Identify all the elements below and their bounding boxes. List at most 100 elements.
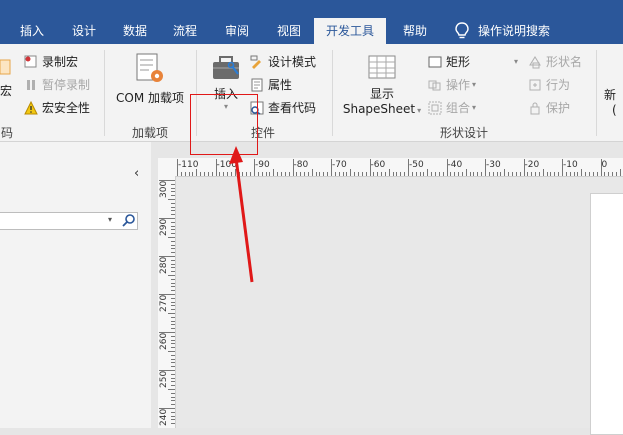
- ruler-tick: [377, 172, 379, 176]
- ruler-tick: [171, 411, 175, 413]
- ruler-tick: [257, 172, 259, 176]
- ruler-tick: [384, 172, 386, 176]
- ruler-tick: [171, 202, 175, 204]
- macros-button[interactable]: 宏: [0, 82, 12, 99]
- ruler-top-label: -30: [486, 160, 501, 170]
- ruler-tick: [171, 191, 175, 193]
- group-label: 组合: [446, 101, 471, 115]
- chevron-down-icon: ▾: [472, 80, 477, 89]
- show-shapesheet-label-line1: 显示: [369, 87, 394, 101]
- new-button-partial[interactable]: 新 (: [604, 86, 623, 117]
- collapse-chevron-left-icon[interactable]: ‹: [134, 166, 139, 181]
- ruler-tick: [562, 159, 563, 176]
- ruler-tick: [171, 377, 175, 379]
- view-code-label: 查看代码: [268, 101, 317, 115]
- ruler-tick: [327, 172, 329, 176]
- group-button[interactable]: 组合 ▾: [428, 99, 476, 116]
- ruler-tick: [159, 408, 175, 409]
- ruler-tick: [171, 252, 175, 254]
- show-shapesheet-button[interactable]: 显示 ShapeSheet ▾: [342, 54, 422, 116]
- chevron-down-icon: ▾: [472, 103, 477, 112]
- shapes-panel: [0, 142, 151, 428]
- ruler-tick: [307, 172, 309, 176]
- ruler-tick: [171, 195, 175, 197]
- ruler-tick: [388, 169, 390, 176]
- tab-design[interactable]: 设计: [60, 18, 108, 44]
- ruler-tick: [171, 240, 175, 242]
- drawing-page[interactable]: [590, 193, 623, 435]
- tab-help[interactable]: 帮助: [392, 18, 438, 44]
- design-mode-button[interactable]: 设计模式: [250, 53, 316, 70]
- shape-name-button[interactable]: 形状名: [528, 53, 582, 70]
- tab-review[interactable]: 审阅: [214, 18, 260, 44]
- ruler-tick: [334, 172, 336, 176]
- macro-security-button[interactable]: 宏安全性: [24, 99, 90, 116]
- search-icon[interactable]: [121, 213, 137, 229]
- ruler-tick: [171, 225, 175, 227]
- tab-insert[interactable]: 插入: [10, 18, 54, 44]
- ruler-tick: [168, 351, 175, 352]
- ruler-tick: [296, 172, 298, 176]
- operations-button[interactable]: 操作 ▾: [428, 76, 476, 93]
- toolbox-icon: [213, 56, 239, 79]
- properties-button[interactable]: 属性: [250, 76, 292, 93]
- ruler-tick: [346, 172, 348, 176]
- ruler-tick: [323, 172, 325, 176]
- com-addins-icon: [136, 53, 163, 82]
- ruler-tick: [473, 172, 475, 176]
- tab-view[interactable]: 视图: [266, 18, 312, 44]
- drawing-canvas[interactable]: [176, 177, 623, 428]
- annotation-highlight-box: [190, 94, 258, 155]
- ruler-tick: [315, 172, 317, 176]
- ribbon-panel: 宏 录制宏 暂停录制 宏安全性 码 COM 加载项 加载项 插入 ▾ 设计模式 …: [0, 44, 623, 155]
- ruler-tick: [554, 172, 556, 176]
- tab-process[interactable]: 流程: [162, 18, 208, 44]
- view-code-button[interactable]: 查看代码: [250, 99, 316, 116]
- ruler-tick: [450, 172, 452, 176]
- ruler-tick: [438, 172, 440, 176]
- ruler-tick: [196, 169, 198, 176]
- ruler-tick: [392, 172, 394, 176]
- ruler-tick: [477, 172, 479, 176]
- ruler-tick: [461, 172, 463, 176]
- shape-search-input[interactable]: [0, 212, 138, 230]
- ruler-tick: [350, 169, 352, 176]
- behavior-button[interactable]: 行为: [528, 76, 570, 93]
- record-macro-button[interactable]: 录制宏: [24, 53, 78, 70]
- group-label-code: 码: [0, 126, 13, 140]
- ruler-tick: [171, 343, 175, 345]
- ruler-tick: [200, 172, 202, 176]
- tell-me-search[interactable]: 操作说明搜索: [478, 18, 558, 44]
- shape-name-label: 形状名: [546, 55, 583, 69]
- tab-developer[interactable]: 开发工具: [314, 18, 386, 44]
- ruler-tick: [508, 172, 510, 176]
- ruler-tick: [171, 301, 175, 303]
- ruler-left-label: 250: [159, 370, 169, 388]
- pause-recording-button[interactable]: 暂停录制: [24, 76, 90, 93]
- ruler-tick: [171, 423, 175, 425]
- chevron-down-icon[interactable]: ▾: [108, 215, 112, 224]
- com-addins-button[interactable]: COM 加载项: [112, 52, 188, 106]
- lightbulb-icon: [455, 22, 469, 39]
- ruler-tick: [423, 172, 425, 176]
- ruler-left-label: 280: [159, 256, 169, 274]
- operations-label: 操作: [446, 78, 471, 92]
- ruler-tick: [292, 159, 294, 176]
- protect-button[interactable]: 保护: [528, 99, 570, 116]
- ruler-tick: [492, 172, 494, 176]
- ruler-tick: [431, 172, 433, 176]
- group-separator: [104, 50, 105, 136]
- ruler-tick: [454, 172, 456, 176]
- ruler-tick: [171, 324, 175, 326]
- tab-data[interactable]: 数据: [112, 18, 158, 44]
- ruler-tick: [254, 159, 255, 176]
- rectangle-button[interactable]: 矩形 ▾: [428, 53, 518, 70]
- ruler-tick: [411, 172, 413, 176]
- ruler-tick: [171, 305, 175, 307]
- ruler-tick: [408, 159, 409, 176]
- ruler-left-label: 240: [159, 408, 169, 426]
- ruler-tick: [565, 172, 567, 176]
- group-separator: [596, 50, 597, 136]
- ruler-tick: [546, 172, 548, 176]
- group-label-addins: 加载项: [131, 126, 168, 140]
